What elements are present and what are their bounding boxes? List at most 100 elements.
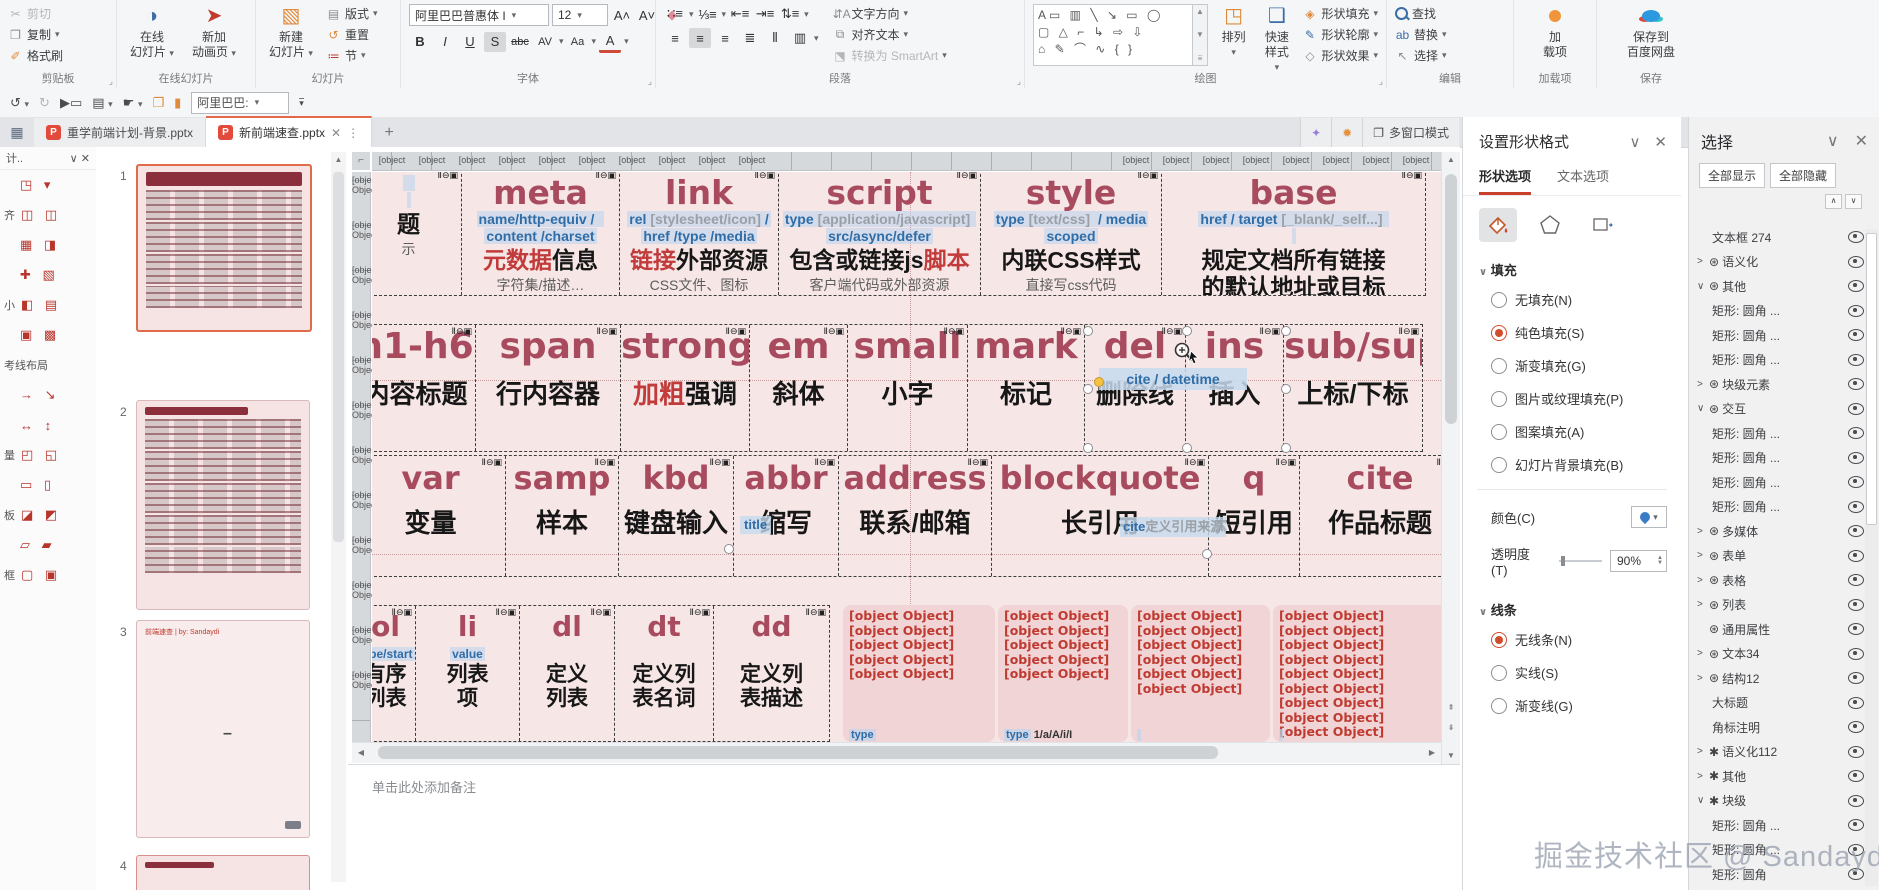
scroll-down-icon[interactable]: ▼	[1442, 748, 1460, 764]
gallery-down-icon[interactable]: ▼	[1196, 30, 1204, 39]
move-down-icon[interactable]: ∨	[1845, 194, 1862, 209]
tag-card[interactable]: Ⅱ⊖▣ em 斜体	[749, 325, 847, 451]
scrollbar-thumb[interactable]	[1866, 233, 1877, 525]
settings-gear-icon[interactable]: ✹	[1331, 118, 1363, 147]
visibility-eye-icon[interactable]	[1848, 696, 1864, 709]
selection-handle[interactable]	[1281, 443, 1291, 453]
selection-item[interactable]: 文本框 274	[1689, 225, 1864, 250]
selection-item[interactable]: > ✱ 语义化112	[1689, 740, 1864, 765]
arrange-button[interactable]: ◳ 排列 ▾	[1216, 4, 1251, 60]
visibility-eye-icon[interactable]	[1848, 476, 1864, 489]
rail-tool-icons[interactable]: ◫ ◫	[21, 207, 61, 223]
dialog-launcher-icon[interactable]: ⌟	[1379, 76, 1383, 87]
radio-icon[interactable]	[1491, 390, 1507, 407]
radio-icon[interactable]	[1491, 456, 1507, 473]
shape-gallery[interactable]: A▭ ▥ ╲ ↘ ▭ ◯ ▢ △ ⌐ ↳ ⇨ ⇩ ⌂ ✎ ⌒ ∿ { }	[1033, 4, 1193, 66]
slide-thumbnail-4[interactable]	[136, 855, 310, 890]
tag-card[interactable]: Ⅱ⊖▣ base href / target [_blank/_self...] …	[1161, 172, 1425, 295]
slideshow-button[interactable]: ▶▭	[60, 95, 82, 111]
line-option[interactable]: 实线(S)	[1463, 656, 1681, 689]
select-button[interactable]: ↖ 选择 ▾	[1395, 46, 1446, 65]
bold-button[interactable]: B	[409, 32, 431, 52]
connector-handle[interactable]	[1202, 549, 1212, 559]
tag-card[interactable]: Ⅱ⊖▣ link rel [stylesheet/icon] / href /typ…	[619, 172, 778, 295]
dialog-launcher-icon[interactable]: ⌟	[648, 76, 652, 87]
align-text-button[interactable]: ⧉ 对齐文本 ▾	[833, 25, 947, 44]
code-sample-card[interactable]: [object Object] [object Object] [object Ob…	[843, 605, 995, 742]
tag-card[interactable]: Ⅱ⊖▣ kbd 键盘输入	[618, 456, 733, 576]
radio-icon[interactable]	[1491, 697, 1507, 714]
notes-area[interactable]: 单击此处添加备注	[348, 764, 1460, 805]
visibility-eye-icon[interactable]	[1848, 721, 1864, 734]
tab-text-options[interactable]: 文本选项	[1557, 166, 1609, 195]
selection-item[interactable]: ∨ ⊛ 交互	[1689, 397, 1864, 422]
italic-button[interactable]: I	[434, 32, 456, 52]
online-slides-button[interactable]: ◑ 在线 幻灯片 ▾	[125, 4, 179, 61]
bullets-button[interactable]: ∷≡	[664, 4, 686, 24]
change-case-button[interactable]: Aa	[567, 32, 589, 52]
transparency-value-box[interactable]: 90% ▲ ▼	[1610, 550, 1667, 572]
selection-item[interactable]: 矩形: 圆角 ...	[1689, 470, 1864, 495]
scrollbar-thumb[interactable]	[1445, 174, 1457, 424]
visibility-eye-icon[interactable]	[1848, 427, 1864, 440]
home-tab-button[interactable]: ▦	[0, 118, 34, 147]
hide-all-button[interactable]: 全部隐藏	[1770, 163, 1837, 188]
selection-item[interactable]: 矩形: 圆角 ...	[1689, 495, 1864, 520]
visibility-eye-icon[interactable]	[1848, 451, 1864, 464]
visibility-eye-icon[interactable]	[1848, 819, 1864, 832]
smartart-button[interactable]: ⬔ 转换为 SmartArt ▾	[833, 46, 946, 65]
document-tab-1[interactable]: P 重学前端计划-背景.pptx	[34, 118, 207, 147]
tag-card[interactable]: Ⅱ⊖▣ q 短引用	[1208, 456, 1299, 576]
rail-tool-icons[interactable]: ✚ ▧	[20, 267, 59, 283]
visibility-eye-icon[interactable]	[1848, 745, 1864, 758]
selection-item[interactable]: 矩形: 圆角 ...	[1689, 421, 1864, 446]
expand-chevron-icon[interactable]: >	[1697, 771, 1705, 782]
selection-scrollbar[interactable]	[1865, 229, 1878, 886]
selection-item[interactable]: > ⊛ 表格	[1689, 568, 1864, 593]
paste-button[interactable]: ❐	[152, 95, 164, 111]
fill-option[interactable]: 图片或纹理填充(P)	[1463, 382, 1681, 415]
selection-item[interactable]: 矩形: 圆角 ...	[1689, 299, 1864, 324]
panel-close-icon[interactable]: ✕	[1654, 133, 1667, 151]
gallery-expand-icon[interactable]: ⩸	[1198, 53, 1203, 63]
selection-item[interactable]: 矩形: 圆角 ...	[1689, 323, 1864, 348]
line-section-header[interactable]: ∨ 线条	[1463, 586, 1681, 623]
tag-card[interactable]: Ⅱ⊖▣ style type [text/css] / media scoped …	[980, 172, 1161, 295]
move-up-icon[interactable]: ∧	[1825, 194, 1842, 209]
selection-item[interactable]: > ⊛ 语义化	[1689, 250, 1864, 275]
scroll-up-icon[interactable]: ▲	[1442, 152, 1460, 168]
selection-handle[interactable]	[1281, 326, 1291, 336]
adjust-handle[interactable]	[1094, 377, 1104, 387]
tab-menu-icon[interactable]: ⋮	[347, 126, 359, 140]
thumbnail-scrollbar[interactable]: ▲	[331, 152, 346, 882]
selection-item[interactable]: 矩形: 圆角 ...	[1689, 446, 1864, 471]
selection-item[interactable]: > ⊛ 列表	[1689, 593, 1864, 618]
expand-chevron-icon[interactable]: >	[1697, 648, 1705, 659]
tag-card[interactable]: Ⅱ⊖▣ dl 定义 列表	[519, 606, 614, 741]
rail-tool-icons[interactable]: ▱ ▰	[20, 537, 56, 553]
tag-card[interactable]: Ⅱ⊖▣ li value 列表 项	[415, 606, 519, 741]
vertical-ruler[interactable]: [object Object] [object Object] [object Ob…	[352, 172, 381, 742]
slide-canvas[interactable]: Ⅱ⊖▣ 题 示 Ⅱ⊖▣ meta name/http-equiv / conte…	[372, 172, 1441, 742]
increase-indent-button[interactable]: ⇥≡	[754, 4, 776, 24]
selection-item[interactable]: > ⊛ 文本34	[1689, 642, 1864, 667]
selection-item[interactable]: 角标注明	[1689, 715, 1864, 740]
section-button[interactable]: ≔ 节 ▾	[326, 46, 378, 65]
rail-tool-icons[interactable]: ◪ ◩	[21, 507, 61, 523]
selection-handle[interactable]	[1083, 443, 1093, 453]
underline-button[interactable]: U	[459, 32, 481, 52]
gallery-up-icon[interactable]: ▲	[1196, 7, 1204, 16]
selection-item[interactable]: ⊛ 通用属性	[1689, 617, 1864, 642]
shape-effects-button[interactable]: ◇ 形状效果 ▾	[1302, 46, 1378, 65]
visibility-eye-icon[interactable]	[1848, 672, 1864, 685]
show-all-button[interactable]: 全部显示	[1699, 163, 1766, 188]
tag-card[interactable]: Ⅱ⊖▣ span 行内容器	[475, 325, 620, 451]
visibility-eye-icon[interactable]	[1848, 574, 1864, 587]
qat-font-combo[interactable]: 阿里巴巴: ▾	[191, 91, 290, 114]
numbering-button[interactable]: ⅓≡	[697, 4, 719, 24]
strikethrough-button[interactable]: abc	[509, 32, 531, 52]
fill-option[interactable]: 图案填充(A)	[1463, 415, 1681, 448]
effects-pentagon-icon[interactable]	[1531, 208, 1569, 242]
visibility-eye-icon[interactable]	[1848, 402, 1864, 415]
line-option[interactable]: 无线条(N)	[1463, 623, 1681, 656]
